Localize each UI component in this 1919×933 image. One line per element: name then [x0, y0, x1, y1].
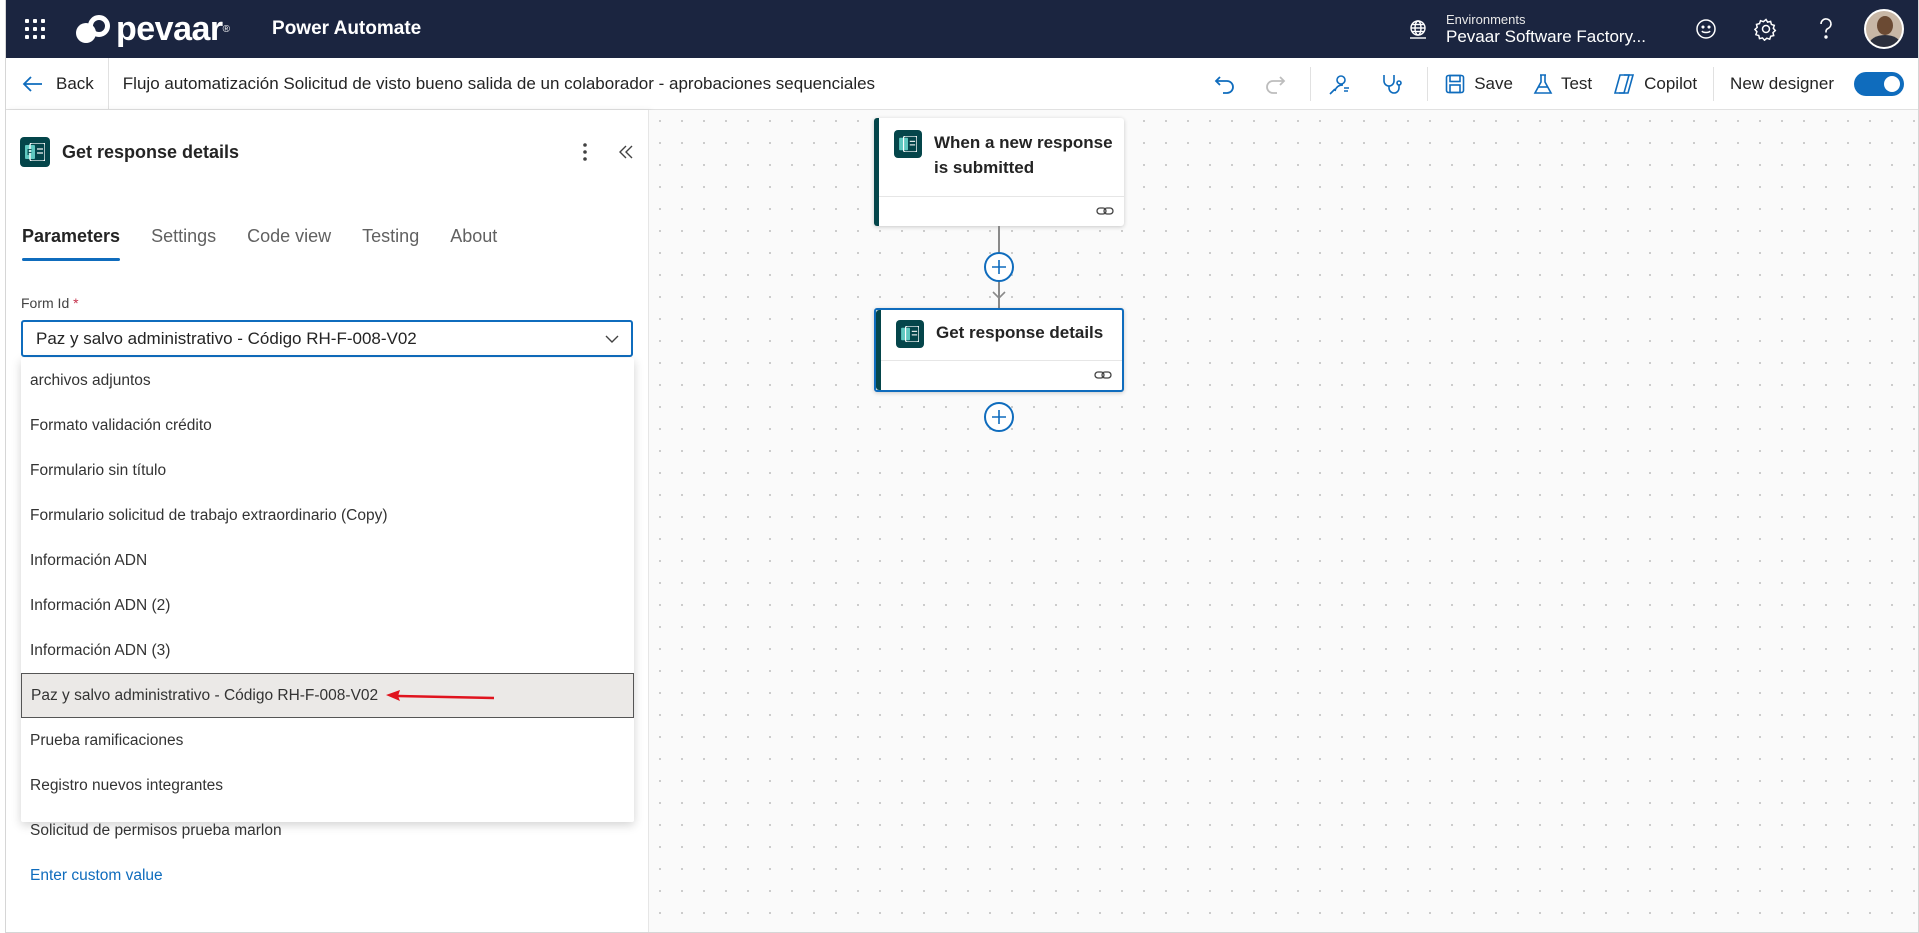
- link-icon: [1096, 207, 1114, 215]
- environment-label: Environments: [1446, 11, 1526, 27]
- flow-title[interactable]: Flujo automatización Solicitud de visto …: [109, 74, 875, 94]
- question-icon: [1820, 18, 1832, 39]
- help-button[interactable]: [1796, 0, 1856, 58]
- environment-globe-icon: [1410, 20, 1427, 39]
- app-launcher-button[interactable]: [6, 0, 64, 58]
- copilot-label: Copilot: [1644, 73, 1698, 93]
- top-bar: pevaar ® Power Automate Environments Peva…: [6, 0, 1918, 58]
- back-button[interactable]: Back: [6, 58, 109, 109]
- divider: [1427, 66, 1429, 101]
- beaker-icon: [1533, 73, 1553, 94]
- get-response-details-card[interactable]: Get response details: [874, 308, 1124, 392]
- microsoft-forms-icon: F: [20, 137, 50, 167]
- dropdown-option[interactable]: Formulario solicitud de trabajo extraord…: [21, 493, 634, 538]
- selected-option-label: Paz y salvo administrativo - Código RH-F…: [31, 686, 379, 704]
- panel-title: Get response details: [62, 141, 240, 162]
- gear-icon: [1754, 18, 1777, 41]
- brand-registered-mark: ®: [222, 23, 231, 35]
- new-designer-toggle-label: New designer: [1730, 73, 1834, 93]
- form-id-dropdown: archivos adjuntos Formato validación cré…: [21, 358, 634, 884]
- dropdown-option-selected[interactable]: Paz y salvo administrativo - Código RH-F…: [21, 673, 634, 718]
- form-id-combobox[interactable]: Paz y salvo administrativo - Código RH-F…: [21, 320, 633, 357]
- waffle-icon: [25, 19, 45, 39]
- save-button[interactable]: Save: [1434, 58, 1523, 109]
- panel-tabs: Parameters Settings Code view Testing Ab…: [22, 226, 528, 261]
- new-designer-toggle[interactable]: [1854, 71, 1904, 96]
- stethoscope-icon: [1383, 74, 1402, 94]
- settings-button[interactable]: [1736, 0, 1796, 58]
- trigger-title-line2: is submitted: [934, 158, 1035, 177]
- dropdown-option[interactable]: Información ADN: [21, 538, 634, 583]
- more-options-icon[interactable]: [582, 142, 588, 162]
- dropdown-option[interactable]: archivos adjuntos: [21, 358, 634, 403]
- action-details-panel: F Get response details Parameters Settin…: [6, 110, 649, 932]
- feedback-button[interactable]: [1676, 0, 1736, 58]
- test-button[interactable]: Test: [1523, 58, 1602, 109]
- dropdown-option[interactable]: Registro nuevos integrantes: [21, 763, 634, 808]
- plus-icon: [992, 410, 1006, 424]
- red-arrow-annotation-icon: [386, 689, 495, 701]
- panel-header: F Get response details: [20, 136, 634, 168]
- health-check-button[interactable]: [1369, 58, 1421, 109]
- dropdown-option[interactable]: Información ADN (2): [21, 583, 634, 628]
- required-mark: *: [73, 295, 79, 311]
- flow-canvas[interactable]: When a new response is submitted Get res…: [649, 110, 1918, 932]
- tab-about[interactable]: About: [450, 226, 497, 261]
- back-label: Back: [56, 73, 94, 93]
- dropdown-option[interactable]: Formulario sin título: [21, 448, 634, 493]
- trigger-card[interactable]: When a new response is submitted: [874, 118, 1124, 226]
- tab-code-view[interactable]: Code view: [247, 226, 331, 261]
- chevron-down-icon: [605, 335, 619, 343]
- trigger-title: When a new response is submitted: [934, 130, 1113, 180]
- link-icon: [1094, 371, 1112, 379]
- dropdown-option[interactable]: Solicitud de permisos prueba marlon: [21, 808, 634, 853]
- app-title: Power Automate: [272, 18, 422, 39]
- save-icon: [1445, 74, 1465, 93]
- connector-arrow-icon: [992, 291, 1006, 300]
- brand-name: pevaar: [116, 10, 223, 48]
- pevaar-logo-icon: [76, 15, 112, 43]
- command-bar: Back Flujo automatización Solicitud de v…: [6, 58, 1918, 110]
- microsoft-forms-icon: [896, 320, 924, 348]
- microsoft-forms-icon: [894, 130, 922, 158]
- app-window: pevaar ® Power Automate Environments Peva…: [5, 0, 1919, 933]
- form-id-label: Form Id *: [21, 295, 79, 311]
- tab-settings[interactable]: Settings: [151, 226, 216, 261]
- dropdown-option[interactable]: Formato validación crédito: [21, 403, 634, 448]
- plus-icon: [992, 260, 1006, 274]
- copilot-button[interactable]: Copilot: [1602, 58, 1707, 109]
- flow-checker-button[interactable]: [1317, 58, 1369, 109]
- divider: [1713, 66, 1715, 101]
- enter-custom-value-option[interactable]: Enter custom value: [21, 853, 634, 898]
- copilot-icon: [1614, 73, 1635, 94]
- card-footer: [879, 196, 1124, 226]
- save-label: Save: [1474, 73, 1513, 93]
- action-title: Get response details: [936, 323, 1104, 342]
- environment-name: Pevaar Software Factory...: [1446, 26, 1646, 46]
- test-label: Test: [1560, 73, 1593, 93]
- form-id-value: Paz y salvo administrativo - Código RH-F…: [36, 328, 417, 348]
- divider: [1310, 66, 1312, 101]
- brand-logo[interactable]: pevaar ®: [76, 12, 230, 46]
- tab-parameters[interactable]: Parameters: [22, 226, 121, 261]
- dropdown-option[interactable]: Prueba ramificaciones: [21, 718, 634, 763]
- card-footer: [881, 360, 1122, 390]
- svg-text:F: F: [27, 148, 32, 157]
- person-search-icon: [1329, 74, 1350, 95]
- add-step-button[interactable]: [984, 402, 1014, 432]
- redo-button[interactable]: [1254, 58, 1304, 109]
- trigger-title-line1: When a new response: [934, 133, 1113, 152]
- collapse-panel-icon[interactable]: [618, 144, 634, 160]
- user-avatar[interactable]: [1864, 9, 1904, 49]
- redo-icon: [1266, 75, 1286, 94]
- undo-icon: [1214, 75, 1235, 94]
- tab-testing[interactable]: Testing: [362, 226, 419, 261]
- add-step-button[interactable]: [984, 252, 1014, 282]
- form-id-label-text: Form Id: [21, 295, 70, 311]
- dropdown-option[interactable]: Información ADN (3): [21, 628, 634, 673]
- environment-picker[interactable]: Environments Pevaar Software Factory...: [1406, 12, 1646, 47]
- arrow-left-icon: [22, 75, 42, 92]
- smiley-icon: [1696, 19, 1716, 39]
- undo-button[interactable]: [1204, 58, 1254, 109]
